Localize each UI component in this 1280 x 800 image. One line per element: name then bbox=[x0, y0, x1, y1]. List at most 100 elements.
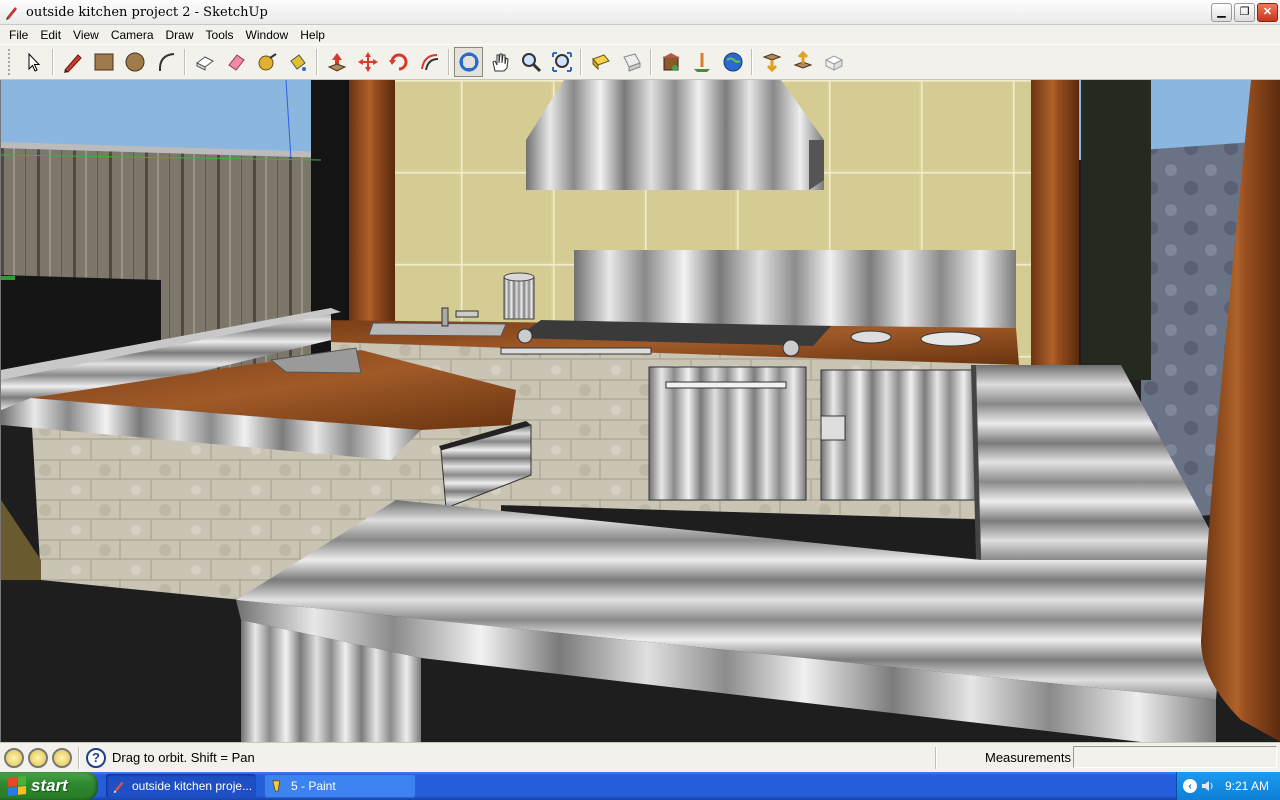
toolbar-separator bbox=[52, 49, 54, 75]
menu-window[interactable]: Window bbox=[240, 28, 295, 42]
range-hood bbox=[526, 80, 824, 140]
paint-bucket-tool[interactable] bbox=[283, 47, 312, 77]
windows-logo-icon bbox=[8, 776, 26, 796]
orbit-tool[interactable] bbox=[454, 47, 483, 77]
arc-tool[interactable] bbox=[151, 47, 180, 77]
offset-tool[interactable] bbox=[415, 47, 444, 77]
offset-icon bbox=[420, 54, 438, 71]
google-earth-tool[interactable] bbox=[718, 47, 747, 77]
menu-draw[interactable]: Draw bbox=[160, 28, 200, 42]
tape-measure-tool[interactable] bbox=[252, 47, 281, 77]
sketchup-app-icon bbox=[113, 781, 124, 793]
measurements-input[interactable] bbox=[1073, 746, 1277, 768]
get-models-tool[interactable] bbox=[757, 47, 786, 77]
windows-taskbar: start outside kitchen proje... 5 - Paint… bbox=[0, 772, 1280, 800]
pan-tool[interactable] bbox=[485, 47, 514, 77]
tray-expand-icon[interactable]: ‹ bbox=[1183, 779, 1197, 793]
kitchen-scene bbox=[1, 80, 1280, 742]
share-model-tool[interactable] bbox=[788, 47, 817, 77]
speaker-icon[interactable] bbox=[1201, 779, 1215, 793]
toolbar-separator bbox=[580, 49, 582, 75]
system-tray: ‹ 9:21 AM bbox=[1176, 772, 1280, 800]
warehouse-icon bbox=[661, 53, 680, 71]
move-tool[interactable] bbox=[353, 47, 382, 77]
get-models-icon bbox=[762, 53, 781, 73]
minimize-button[interactable]: ▁ bbox=[1211, 3, 1232, 22]
right-wood-post bbox=[1031, 80, 1079, 370]
close-button[interactable]: ✕ bbox=[1257, 3, 1278, 22]
toolbar-separator bbox=[448, 49, 450, 75]
previous-view-icon bbox=[591, 54, 610, 71]
sketchup-app-icon bbox=[4, 4, 20, 20]
menu-tools[interactable]: Tools bbox=[200, 28, 240, 42]
status-bar: ? Drag to orbit. Shift = Pan Measurement… bbox=[0, 742, 1280, 772]
add-location-tool[interactable] bbox=[687, 47, 716, 77]
pencil-tool[interactable] bbox=[58, 47, 87, 77]
make-component-icon bbox=[195, 56, 214, 71]
menu-bar: File Edit View Camera Draw Tools Window … bbox=[0, 25, 1280, 44]
model-viewport[interactable] bbox=[0, 80, 1280, 742]
previous-view-tool[interactable] bbox=[586, 47, 615, 77]
paint-bucket-icon bbox=[289, 54, 306, 71]
select-icon bbox=[28, 52, 40, 72]
tape-measure-icon bbox=[258, 53, 277, 71]
help-icon[interactable]: ? bbox=[86, 747, 106, 768]
share-model-icon bbox=[793, 51, 812, 69]
title-bar[interactable]: outside kitchen project 2 - SketchUp ▁ ❐… bbox=[0, 0, 1280, 25]
zoom-extents-tool[interactable] bbox=[547, 47, 576, 77]
zoom-tool[interactable] bbox=[516, 47, 545, 77]
zoom-extents-icon bbox=[551, 52, 572, 72]
measurements-label: Measurements bbox=[985, 750, 1071, 765]
paint-app-icon bbox=[272, 780, 281, 793]
pencil-icon bbox=[63, 54, 82, 73]
next-view-icon bbox=[622, 53, 641, 72]
instructor-icon[interactable] bbox=[52, 747, 72, 768]
start-label: start bbox=[31, 776, 68, 795]
toolbar-grip[interactable] bbox=[8, 49, 12, 75]
sketchup-window: outside kitchen project 2 - SketchUp ▁ ❐… bbox=[0, 0, 1280, 800]
add-location-icon bbox=[693, 53, 710, 72]
cooktop-backsplash bbox=[574, 250, 1016, 332]
next-view-tool[interactable] bbox=[617, 47, 646, 77]
rotate-tool[interactable] bbox=[384, 47, 413, 77]
menu-view[interactable]: View bbox=[67, 28, 105, 42]
rectangle-tool[interactable] bbox=[89, 47, 118, 77]
push-pull-icon bbox=[327, 53, 346, 72]
toolbar-separator bbox=[316, 49, 318, 75]
move-icon bbox=[357, 52, 378, 72]
rectangle-icon bbox=[94, 53, 113, 71]
eraser-tool[interactable] bbox=[221, 47, 250, 77]
credits-icon[interactable] bbox=[28, 747, 48, 768]
taskbar-item-paint[interactable]: 5 - Paint bbox=[264, 774, 416, 798]
google-earth-icon bbox=[723, 52, 742, 72]
push-pull-tool[interactable] bbox=[322, 47, 351, 77]
menu-help[interactable]: Help bbox=[294, 28, 331, 42]
canister bbox=[503, 276, 535, 320]
menu-camera[interactable]: Camera bbox=[105, 28, 160, 42]
range-hood-front bbox=[526, 140, 824, 190]
window-controls: ▁ ❐ ✕ bbox=[1211, 3, 1278, 22]
circle-tool[interactable] bbox=[120, 47, 149, 77]
toolbar-separator bbox=[751, 49, 753, 75]
status-separator bbox=[78, 746, 80, 769]
warehouse-tool[interactable] bbox=[656, 47, 685, 77]
restore-button[interactable]: ❐ bbox=[1234, 3, 1255, 22]
taskbar-item-sketchup[interactable]: outside kitchen proje... bbox=[106, 774, 256, 798]
zoom-icon bbox=[521, 53, 541, 73]
orbit-icon bbox=[458, 52, 479, 72]
menu-edit[interactable]: Edit bbox=[34, 28, 67, 42]
taskbar-item-label: 5 - Paint bbox=[291, 779, 336, 793]
start-button[interactable]: start bbox=[0, 772, 98, 800]
share-component-tool[interactable] bbox=[819, 47, 848, 77]
select-tool[interactable] bbox=[19, 47, 48, 77]
menu-file[interactable]: File bbox=[3, 28, 34, 42]
circle-icon bbox=[125, 52, 144, 72]
geo-location-icon[interactable] bbox=[4, 747, 24, 768]
toolbar-separator bbox=[650, 49, 652, 75]
window-title: outside kitchen project 2 - SketchUp bbox=[26, 4, 268, 20]
main-toolbar bbox=[0, 44, 1280, 80]
status-message: Drag to orbit. Shift = Pan bbox=[112, 750, 255, 765]
sink bbox=[368, 322, 507, 337]
arc-icon bbox=[158, 53, 174, 72]
make-component-tool[interactable] bbox=[190, 47, 219, 77]
